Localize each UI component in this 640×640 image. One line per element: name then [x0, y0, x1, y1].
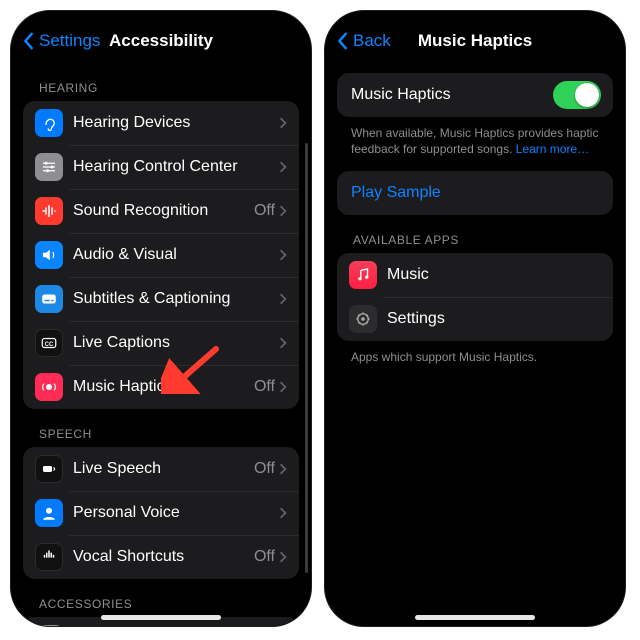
- row-play-sample[interactable]: Play Sample: [337, 171, 613, 215]
- row-vocal-shortcuts[interactable]: Vocal Shortcuts Off: [23, 535, 299, 579]
- chevron-right-icon: [279, 293, 287, 305]
- home-indicator[interactable]: [101, 615, 221, 620]
- music-icon: [349, 261, 377, 289]
- row-label: Vocal Shortcuts: [73, 548, 254, 566]
- row-audio-visual[interactable]: Audio & Visual: [23, 233, 299, 277]
- toggle-group: Music Haptics: [337, 73, 613, 117]
- play-sample-label: Play Sample: [351, 184, 601, 202]
- music-haptics-screen: Back Music Haptics Music Haptics When av…: [324, 10, 626, 627]
- scroll-indicator[interactable]: [305, 143, 308, 573]
- sliders-icon: [35, 153, 63, 181]
- chevron-left-icon: [23, 32, 35, 50]
- home-indicator[interactable]: [415, 615, 535, 620]
- row-label: Music Haptics: [73, 378, 254, 396]
- caption-icon: [35, 285, 63, 313]
- row-hearing-devices[interactable]: Hearing Devices: [23, 101, 299, 145]
- row-label: Audio & Visual: [73, 246, 279, 264]
- row-hearing-control-center[interactable]: Hearing Control Center: [23, 145, 299, 189]
- row-label: Music: [387, 266, 601, 284]
- back-button[interactable]: Back: [337, 31, 391, 51]
- chevron-right-icon: [279, 249, 287, 261]
- svg-text:CC: CC: [45, 342, 54, 348]
- section-header-speech: SPEECH: [23, 409, 299, 447]
- apps-footer: Apps which support Music Haptics.: [337, 341, 613, 371]
- chevron-right-icon: [279, 463, 287, 475]
- row-value: Off: [254, 202, 275, 220]
- row-music-haptics[interactable]: Music Haptics Off: [23, 365, 299, 409]
- waveform-icon: [35, 197, 63, 225]
- back-button[interactable]: Settings: [23, 31, 100, 51]
- toggle-switch[interactable]: [553, 81, 601, 109]
- chevron-right-icon: [279, 205, 287, 217]
- row-value: Off: [254, 460, 275, 478]
- row-label: Hearing Control Center: [73, 158, 279, 176]
- row-subtitles-captioning[interactable]: Subtitles & Captioning: [23, 277, 299, 321]
- section-header-hearing: HEARING: [23, 63, 299, 101]
- row-label: Music Haptics: [351, 86, 553, 104]
- row-label: Live Speech: [73, 460, 254, 478]
- learn-more-link[interactable]: Learn more…: [516, 142, 589, 156]
- play-sample-group: Play Sample: [337, 171, 613, 215]
- chevron-right-icon: [279, 117, 287, 129]
- navbar: Back Music Haptics: [325, 11, 625, 63]
- chevron-right-icon: [279, 507, 287, 519]
- row-app-music[interactable]: Music: [337, 253, 613, 297]
- livespeech-icon: [35, 455, 63, 483]
- row-app-settings[interactable]: Settings: [337, 297, 613, 341]
- row-sound-recognition[interactable]: Sound Recognition Off: [23, 189, 299, 233]
- row-label: Hearing Devices: [73, 114, 279, 132]
- row-label: Live Captions: [73, 334, 279, 352]
- chevron-right-icon: [279, 161, 287, 173]
- row-live-speech[interactable]: Live Speech Off: [23, 447, 299, 491]
- back-label: Settings: [39, 31, 100, 51]
- toggle-description: When available, Music Haptics provides h…: [337, 117, 613, 163]
- vocal-icon: [35, 543, 63, 571]
- cc-icon: CC: [35, 329, 63, 357]
- navbar: Settings Accessibility: [11, 11, 311, 63]
- person-icon: [35, 499, 63, 527]
- row-label: Settings: [387, 310, 601, 328]
- speech-group: Live Speech Off Personal Voice Vocal Sho…: [23, 447, 299, 579]
- available-apps-group: Music Settings: [337, 253, 613, 341]
- chevron-right-icon: [279, 381, 287, 393]
- row-music-haptics-toggle[interactable]: Music Haptics: [337, 73, 613, 117]
- row-value: Off: [254, 548, 275, 566]
- chevron-left-icon: [337, 32, 349, 50]
- section-header-accessories: ACCESSORIES: [23, 579, 299, 617]
- hearing-group: Hearing Devices Hearing Control Center S…: [23, 101, 299, 409]
- row-live-captions[interactable]: CC Live Captions: [23, 321, 299, 365]
- row-personal-voice[interactable]: Personal Voice: [23, 491, 299, 535]
- keyboard-icon: [35, 625, 63, 626]
- settings-icon: [349, 305, 377, 333]
- row-label: Sound Recognition: [73, 202, 254, 220]
- row-label: Subtitles & Captioning: [73, 290, 279, 308]
- accessibility-screen: Settings Accessibility HEARING Hearing D…: [10, 10, 312, 627]
- row-value: Off: [254, 378, 275, 396]
- haptics-icon: [35, 373, 63, 401]
- row-label: Personal Voice: [73, 504, 279, 522]
- page-title: Accessibility: [109, 31, 213, 51]
- back-label: Back: [353, 31, 391, 51]
- section-header-available-apps: AVAILABLE APPS: [337, 215, 613, 253]
- page-title: Music Haptics: [418, 31, 532, 51]
- chevron-right-icon: [279, 551, 287, 563]
- ear-icon: [35, 109, 63, 137]
- chevron-right-icon: [279, 337, 287, 349]
- speaker-icon: [35, 241, 63, 269]
